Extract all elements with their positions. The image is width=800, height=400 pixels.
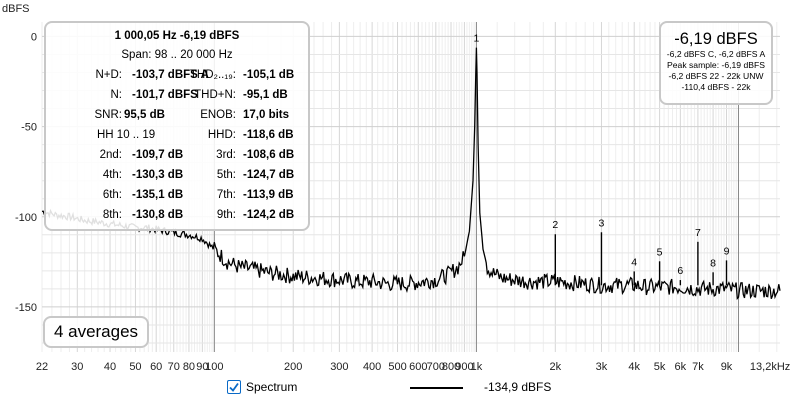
measurement-panel: 1 000,05 Hz -6,19 dBFS Span: 98 .. 20 00… xyxy=(44,21,310,231)
peak-detail-c-a: -6,2 dBFS C, -6,2 dBFS A xyxy=(666,49,766,59)
stats-label: HHD: xyxy=(207,129,236,141)
stats-value: -130,3 dB xyxy=(132,169,184,181)
x-tick-label: 300 xyxy=(330,361,348,373)
stats-row: 4th: -130,3 dB 5th: -124,7 dB xyxy=(46,166,308,185)
fundamental-readout: 1 000,05 Hz -6,19 dBFS xyxy=(114,30,240,42)
x-tick-label: 40 xyxy=(104,361,116,373)
y-tick-label: -100 xyxy=(15,212,37,224)
peak-panel: -6,19 dBFS -6,2 dBFS C, -6,2 dBFS A Peak… xyxy=(659,21,773,105)
x-tick-label: 13,2kHz xyxy=(750,361,790,373)
x-tick-label: 6k xyxy=(675,361,687,373)
x-tick-label: 9k xyxy=(721,361,733,373)
peak-detail-unw: -6,2 dBFS 22 - 22k UNW xyxy=(668,71,764,81)
stats-label: 5th: xyxy=(216,169,236,181)
x-tick-label: 70 xyxy=(168,361,180,373)
harmonic-label: 5 xyxy=(657,246,663,258)
spectrum-label[interactable]: Spectrum xyxy=(246,380,297,394)
stats-value: -105,1 dB xyxy=(243,69,295,81)
peak-detail-sample: Peak sample: -6,19 dBFS xyxy=(667,60,765,70)
stats-label: THD₂..₁₉: xyxy=(189,69,236,81)
x-tick-label: 7k xyxy=(692,361,704,373)
stats-row: SNR: 95,5 dB ENOB: 17,0 bits xyxy=(46,106,308,125)
x-tick-label: 200 xyxy=(284,361,302,373)
x-tick-label: 4k xyxy=(628,361,640,373)
stats-value: -124,7 dB xyxy=(243,169,295,181)
y-tick-label: 0 xyxy=(31,31,37,43)
averages-badge: 4 averages xyxy=(43,316,149,348)
stats-label: 3rd: xyxy=(216,149,236,161)
stats-label: 8th: xyxy=(102,209,122,221)
x-tick-label: 5k xyxy=(654,361,666,373)
legend-line-swatch xyxy=(410,387,463,389)
stats-value: 17,0 bits xyxy=(243,109,290,121)
stats-value: -95,1 dB xyxy=(243,89,288,101)
stats-label: 9th: xyxy=(216,209,236,221)
stats-label: 7th: xyxy=(216,189,236,201)
stats-value: -124,2 dB xyxy=(243,209,295,221)
stats-value: -108,6 dB xyxy=(243,149,295,161)
harmonic-label: 8 xyxy=(710,257,716,269)
legend: Spectrum -134,9 dBFS xyxy=(0,379,800,399)
stats-label: N+D: xyxy=(95,69,122,81)
x-tick-label: 400 xyxy=(363,361,381,373)
x-tick-label: 22 xyxy=(36,361,48,373)
legend-cursor-value: -134,9 dBFS xyxy=(484,380,552,394)
stats-row: 8th: -130,8 dB 9th: -124,2 dB xyxy=(46,206,308,225)
check-icon xyxy=(229,382,239,392)
peak-detail-noise: -110,4 dBFS - 22k xyxy=(681,82,751,92)
stats-value: -130,8 dB xyxy=(132,209,184,221)
stats-value: -135,1 dB xyxy=(132,189,184,201)
stats-row: N: -101,7 dBFS THD+N: -95,1 dB xyxy=(46,86,308,105)
x-tick-label: 3k xyxy=(596,361,608,373)
stats-value: 95,5 dB xyxy=(124,109,165,121)
y-tick-label: -150 xyxy=(15,302,37,314)
stats-label: HH 10 .. 19 xyxy=(97,129,156,141)
harmonic-label: 1 xyxy=(473,33,479,45)
stats-label: 2nd: xyxy=(99,149,122,161)
x-tick-label: 2k xyxy=(549,361,561,373)
harmonic-label: 4 xyxy=(631,256,637,268)
harmonic-label: 6 xyxy=(677,265,683,277)
stats-label: 6th: xyxy=(102,189,122,201)
stats-label: THD+N: xyxy=(194,89,236,101)
stats-row: 6th: -135,1 dB 7th: -113,9 dB xyxy=(46,186,308,205)
stats-label: 4th: xyxy=(102,169,122,181)
harmonic-label: 3 xyxy=(599,217,605,229)
x-tick-label: 30 xyxy=(71,361,83,373)
spectrum-analyzer: 1 2 3 4 5 6 7 8 9 0 -50 -100 -150 dBFS 22 30 40 50 60 70 80 9… xyxy=(0,0,800,400)
stats-label: N: xyxy=(110,89,123,101)
stats-label: SNR: xyxy=(94,109,122,121)
spectrum-checkbox[interactable] xyxy=(227,380,241,394)
stats-row: 2nd: -109,7 dB 3rd: -108,6 dB xyxy=(46,146,308,165)
stats-row: N+D: -103,7 dBFS A THD₂..₁₉: -105,1 dB xyxy=(46,66,308,85)
x-tick-label: 100 xyxy=(205,361,223,373)
stats-label: ENOB: xyxy=(200,109,236,121)
stats-value: -101,7 dBFS xyxy=(132,89,198,101)
x-tick-label: 500 xyxy=(388,361,406,373)
peak-level: -6,19 dBFS xyxy=(674,30,758,48)
x-tick-label: 1k xyxy=(471,361,483,373)
stats-value: -109,7 dB xyxy=(132,149,184,161)
harmonic-label: 2 xyxy=(552,219,558,231)
x-tick-label: 60 xyxy=(150,361,162,373)
x-tick-label: 80 xyxy=(183,361,195,373)
y-axis-label: dBFS xyxy=(2,3,30,15)
stats-row: HH 10 .. 19 HHD: -118,6 dB xyxy=(46,126,308,145)
stats-value: -113,9 dB xyxy=(243,189,294,201)
y-tick-label: -50 xyxy=(21,122,37,134)
harmonic-label: 9 xyxy=(724,245,730,257)
x-tick-label: 600 xyxy=(409,361,427,373)
stats-value: -118,6 dB xyxy=(243,129,294,141)
span-readout: Span: 98 .. 20 000 Hz xyxy=(121,49,233,61)
harmonic-label: 7 xyxy=(695,227,701,239)
x-tick-label: 50 xyxy=(129,361,141,373)
